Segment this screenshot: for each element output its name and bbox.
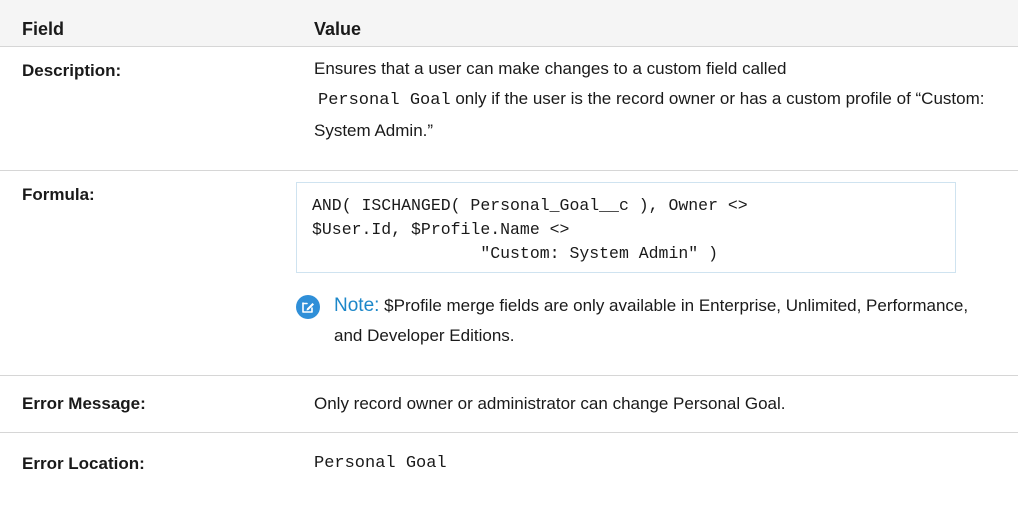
error-message-value: Only record owner or administrator can c… [314, 394, 786, 413]
note-text: Note: $Profile merge fields are only ava… [334, 291, 974, 351]
table-row-error-message: Error Message: Only record owner or admi… [0, 376, 1018, 433]
note-body: $Profile merge fields are only available… [334, 296, 969, 345]
description-text-before: Ensures that a user can make changes to … [314, 59, 787, 78]
error-location-value: Personal Goal [314, 454, 447, 473]
description-label: Description: [22, 61, 122, 80]
formula-label: Formula: [22, 185, 95, 204]
edit-note-icon-svg [302, 302, 314, 313]
note-label: Note: [334, 295, 380, 316]
error-location-label: Error Location: [22, 454, 145, 473]
validation-rule-table: Field Value Description: Ensures that a … [0, 0, 1018, 493]
table-row-error-location: Error Location: Personal Goal [0, 433, 1018, 493]
description-value: Ensures that a user can make changes to … [314, 54, 1004, 146]
edit-note-icon [296, 295, 320, 319]
formula-code-block: AND( ISCHANGED( Personal_Goal__c ), Owne… [296, 182, 956, 273]
table-row-formula: Formula: AND( ISCHANGED( Personal_Goal__… [0, 171, 1018, 376]
header-field: Field [22, 19, 65, 39]
header-value: Value [314, 19, 362, 39]
formula-code: AND( ISCHANGED( Personal_Goal__c ), Owne… [312, 196, 748, 263]
table-row-description: Description: Ensures that a user can mak… [0, 47, 1018, 171]
error-message-label: Error Message: [22, 394, 146, 413]
table-header: Field Value [0, 0, 1018, 47]
description-code: Personal Goal [318, 91, 451, 110]
